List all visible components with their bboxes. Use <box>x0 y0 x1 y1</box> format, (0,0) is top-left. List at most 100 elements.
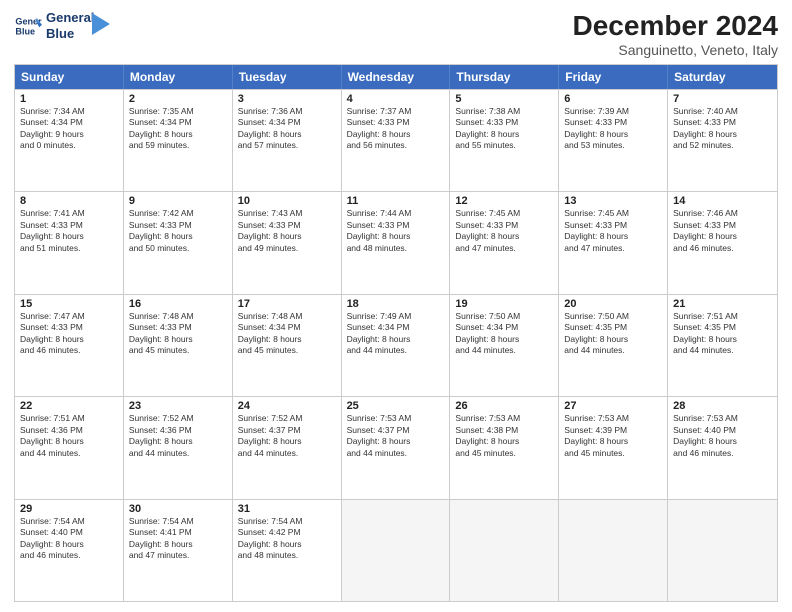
cell-line: Sunrise: 7:49 AM <box>347 311 445 322</box>
cell-line: Sunrise: 7:45 AM <box>455 208 553 219</box>
day-number: 15 <box>20 298 118 310</box>
day-number: 25 <box>347 400 445 412</box>
cell-line: Sunrise: 7:42 AM <box>129 208 227 219</box>
cell-line: and 47 minutes. <box>455 243 553 254</box>
logo-line1: General <box>46 10 94 26</box>
cell-line: Daylight: 8 hours <box>455 129 553 140</box>
cell-line: Daylight: 8 hours <box>129 129 227 140</box>
cell-line: and 46 minutes. <box>673 243 772 254</box>
cell-line: Sunrise: 7:40 AM <box>673 106 772 117</box>
day-number: 2 <box>129 93 227 105</box>
calendar-cell <box>450 500 559 601</box>
cell-line: Sunrise: 7:44 AM <box>347 208 445 219</box>
calendar-cell: 10Sunrise: 7:43 AMSunset: 4:33 PMDayligh… <box>233 192 342 293</box>
calendar-cell: 12Sunrise: 7:45 AMSunset: 4:33 PMDayligh… <box>450 192 559 293</box>
calendar-cell: 13Sunrise: 7:45 AMSunset: 4:33 PMDayligh… <box>559 192 668 293</box>
day-number: 24 <box>238 400 336 412</box>
day-number: 16 <box>129 298 227 310</box>
cell-line: Sunset: 4:37 PM <box>347 425 445 436</box>
calendar-row: 15Sunrise: 7:47 AMSunset: 4:33 PMDayligh… <box>15 294 777 396</box>
calendar-cell: 7Sunrise: 7:40 AMSunset: 4:33 PMDaylight… <box>668 90 777 191</box>
cell-line: Sunrise: 7:43 AM <box>238 208 336 219</box>
calendar-cell: 21Sunrise: 7:51 AMSunset: 4:35 PMDayligh… <box>668 295 777 396</box>
cell-line: Sunset: 4:34 PM <box>129 117 227 128</box>
cell-line: Sunset: 4:37 PM <box>238 425 336 436</box>
cell-line: Sunrise: 7:50 AM <box>564 311 662 322</box>
cell-line: Sunrise: 7:53 AM <box>455 413 553 424</box>
svg-text:Blue: Blue <box>15 26 35 36</box>
cell-line: Daylight: 8 hours <box>347 334 445 345</box>
cell-line: and 45 minutes. <box>455 448 553 459</box>
calendar-header-cell: Monday <box>124 65 233 89</box>
cell-line: and 59 minutes. <box>129 140 227 151</box>
calendar-cell: 16Sunrise: 7:48 AMSunset: 4:33 PMDayligh… <box>124 295 233 396</box>
cell-line: and 51 minutes. <box>20 243 118 254</box>
cell-line: Sunrise: 7:35 AM <box>129 106 227 117</box>
cell-line: Daylight: 8 hours <box>20 334 118 345</box>
cell-line: and 0 minutes. <box>20 140 118 151</box>
day-number: 18 <box>347 298 445 310</box>
cell-line: Daylight: 8 hours <box>129 539 227 550</box>
calendar-cell: 19Sunrise: 7:50 AMSunset: 4:34 PMDayligh… <box>450 295 559 396</box>
page: General Blue General Blue December 2024 … <box>0 0 792 612</box>
cell-line: and 44 minutes. <box>564 345 662 356</box>
cell-line: Sunrise: 7:41 AM <box>20 208 118 219</box>
cell-line: Daylight: 8 hours <box>238 231 336 242</box>
cell-line: Daylight: 8 hours <box>238 129 336 140</box>
calendar-header-cell: Friday <box>559 65 668 89</box>
cell-line: Sunset: 4:33 PM <box>20 322 118 333</box>
calendar-cell: 2Sunrise: 7:35 AMSunset: 4:34 PMDaylight… <box>124 90 233 191</box>
cell-line: and 46 minutes. <box>20 550 118 561</box>
calendar-cell <box>342 500 451 601</box>
day-number: 11 <box>347 195 445 207</box>
calendar-cell: 24Sunrise: 7:52 AMSunset: 4:37 PMDayligh… <box>233 397 342 498</box>
calendar-cell <box>668 500 777 601</box>
cell-line: Daylight: 8 hours <box>238 539 336 550</box>
cell-line: Sunrise: 7:48 AM <box>238 311 336 322</box>
day-number: 9 <box>129 195 227 207</box>
calendar-cell <box>559 500 668 601</box>
calendar-cell: 27Sunrise: 7:53 AMSunset: 4:39 PMDayligh… <box>559 397 668 498</box>
cell-line: Sunrise: 7:48 AM <box>129 311 227 322</box>
calendar-row: 1Sunrise: 7:34 AMSunset: 4:34 PMDaylight… <box>15 89 777 191</box>
cell-line: Daylight: 8 hours <box>20 231 118 242</box>
cell-line: Sunset: 4:33 PM <box>564 220 662 231</box>
cell-line: Sunrise: 7:52 AM <box>238 413 336 424</box>
calendar-row: 29Sunrise: 7:54 AMSunset: 4:40 PMDayligh… <box>15 499 777 601</box>
day-number: 10 <box>238 195 336 207</box>
logo: General Blue General Blue <box>14 10 110 41</box>
calendar-cell: 14Sunrise: 7:46 AMSunset: 4:33 PMDayligh… <box>668 192 777 293</box>
calendar-cell: 30Sunrise: 7:54 AMSunset: 4:41 PMDayligh… <box>124 500 233 601</box>
cell-line: Sunset: 4:33 PM <box>455 117 553 128</box>
day-number: 12 <box>455 195 553 207</box>
cell-line: Sunset: 4:42 PM <box>238 527 336 538</box>
cell-line: Daylight: 8 hours <box>564 334 662 345</box>
cell-line: and 44 minutes. <box>455 345 553 356</box>
cell-line: Sunset: 4:33 PM <box>673 220 772 231</box>
cell-line: Daylight: 8 hours <box>20 539 118 550</box>
cell-line: Sunset: 4:41 PM <box>129 527 227 538</box>
calendar-cell: 1Sunrise: 7:34 AMSunset: 4:34 PMDaylight… <box>15 90 124 191</box>
day-number: 23 <box>129 400 227 412</box>
general-blue-logo-icon: General Blue <box>14 12 42 40</box>
cell-line: Daylight: 8 hours <box>347 231 445 242</box>
day-number: 30 <box>129 503 227 515</box>
cell-line: and 48 minutes. <box>347 243 445 254</box>
calendar-cell: 31Sunrise: 7:54 AMSunset: 4:42 PMDayligh… <box>233 500 342 601</box>
cell-line: Sunrise: 7:51 AM <box>20 413 118 424</box>
header: General Blue General Blue December 2024 … <box>14 10 778 58</box>
calendar-row: 22Sunrise: 7:51 AMSunset: 4:36 PMDayligh… <box>15 396 777 498</box>
day-number: 28 <box>673 400 772 412</box>
cell-line: Daylight: 8 hours <box>673 231 772 242</box>
cell-line: Sunset: 4:33 PM <box>238 220 336 231</box>
cell-line: and 50 minutes. <box>129 243 227 254</box>
cell-line: Sunrise: 7:34 AM <box>20 106 118 117</box>
cell-line: Daylight: 8 hours <box>673 334 772 345</box>
cell-line: and 53 minutes. <box>564 140 662 151</box>
cell-line: Daylight: 8 hours <box>455 436 553 447</box>
logo-line2: Blue <box>46 26 94 42</box>
cell-line: Sunset: 4:33 PM <box>129 322 227 333</box>
calendar-cell: 18Sunrise: 7:49 AMSunset: 4:34 PMDayligh… <box>342 295 451 396</box>
cell-line: Sunset: 4:34 PM <box>347 322 445 333</box>
day-number: 13 <box>564 195 662 207</box>
